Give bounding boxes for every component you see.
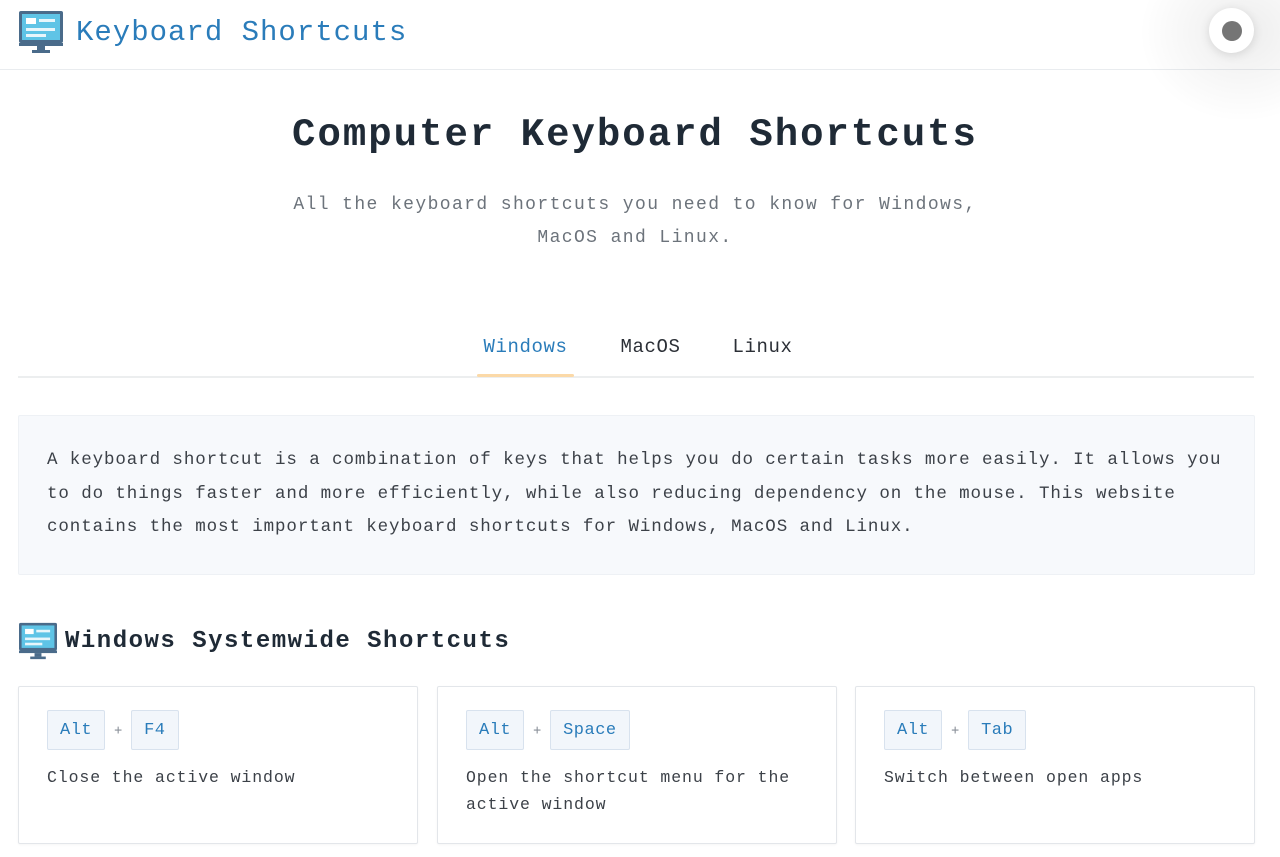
- key-cap[interactable]: Alt: [884, 710, 943, 750]
- page-subtitle: All the keyboard shortcuts you need to k…: [293, 195, 977, 248]
- os-tabs: Windows MacOS Linux: [18, 330, 1254, 378]
- theme-toggle-button[interactable]: [1209, 8, 1254, 53]
- plus-separator: +: [533, 722, 542, 738]
- header-shadow: [1130, 0, 1280, 130]
- plus-separator: +: [114, 722, 123, 738]
- section-title: Windows Systemwide Shortcuts: [65, 627, 511, 655]
- page-title: Computer Keyboard Shortcuts: [292, 113, 978, 157]
- computer-monitor-icon: [19, 622, 57, 660]
- site-header: Keyboard Shortcuts: [0, 0, 1280, 130]
- section-heading: Windows Systemwide Shortcuts: [18, 622, 510, 660]
- intro-box: A keyboard shortcut is a combination of …: [18, 415, 1255, 575]
- tab-windows[interactable]: Windows: [473, 330, 578, 377]
- home-link[interactable]: Keyboard Shortcuts: [18, 10, 407, 54]
- shortcut-card: Alt + Tab Switch between open apps: [855, 686, 1255, 844]
- key-combo: Alt + Space: [466, 710, 630, 750]
- key-combo: Alt + Tab: [884, 710, 1027, 750]
- theme-toggle-icon: [1221, 20, 1242, 41]
- key-cap[interactable]: Tab: [968, 710, 1027, 750]
- key-cap[interactable]: F4: [131, 710, 179, 750]
- shortcut-description: Switch between open apps: [884, 768, 1144, 787]
- tab-linux[interactable]: Linux: [725, 330, 800, 376]
- key-cap[interactable]: Alt: [47, 710, 106, 750]
- site-title: Keyboard Shortcuts: [76, 15, 408, 49]
- shortcut-description: Close the active window: [47, 768, 296, 787]
- tab-macos[interactable]: MacOS: [613, 330, 688, 376]
- intro-text: A keyboard shortcut is a combination of …: [47, 450, 1222, 537]
- shortcut-card: Alt + F4 Close the active window: [18, 686, 418, 844]
- key-combo: Alt + F4: [47, 710, 179, 750]
- key-cap[interactable]: Alt: [466, 710, 525, 750]
- plus-separator: +: [951, 722, 960, 738]
- key-cap[interactable]: Space: [550, 710, 630, 750]
- computer-monitor-icon: [19, 11, 63, 53]
- shortcut-card: Alt + Space Open the shortcut menu for t…: [437, 686, 837, 844]
- shortcut-description: Open the shortcut menu for the active wi…: [466, 768, 791, 814]
